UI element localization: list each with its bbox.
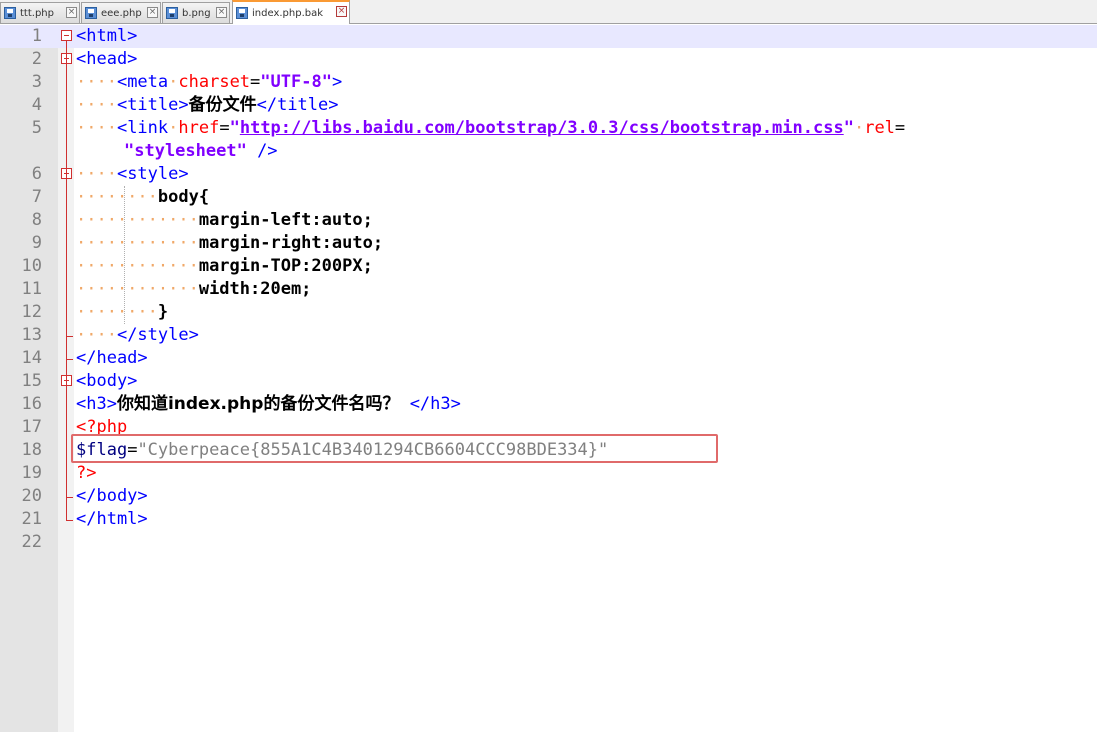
code-text: ············margin-left:auto; (76, 210, 373, 230)
code-text: ········body{ (76, 187, 210, 207)
line-number: 21 (21, 509, 42, 529)
code-line: 6 ····<style> (0, 163, 1097, 186)
code-text: ····<title>备份文件</title> (76, 95, 339, 115)
code-text: <html> (76, 26, 138, 46)
fold-end-marker (66, 336, 73, 337)
tab-label: index.php.bak (252, 7, 324, 19)
saved-file-icon (166, 7, 178, 19)
line-number: 1 (31, 26, 42, 46)
code-text: ····<meta·charset="UTF-8"> (76, 72, 343, 92)
code-text: </head> (76, 348, 148, 368)
code-text: </html> (76, 509, 148, 529)
tab-label: eee.php (101, 7, 142, 19)
saved-file-icon (4, 7, 16, 19)
line-number: 5 (31, 118, 42, 138)
code-text: ····<style> (76, 164, 189, 184)
line-number: 18 (21, 440, 42, 460)
line-number: 17 (21, 417, 42, 437)
code-line: 8 ············margin-left:auto; (0, 209, 1097, 232)
line-number: 22 (21, 532, 42, 552)
saved-file-icon (85, 7, 97, 19)
tab-index-php-bak[interactable]: index.php.bak × (232, 0, 350, 24)
code-line: 7 ········body{ (0, 186, 1097, 209)
code-line: 22 (0, 531, 1097, 554)
fold-collapse-icon[interactable] (61, 30, 72, 41)
code-text: ············margin-right:auto; (76, 233, 384, 253)
line-number: 20 (21, 486, 42, 506)
code-text: <head> (76, 49, 138, 69)
code-text: ········} (76, 302, 169, 322)
line-number: 3 (31, 72, 42, 92)
indent-guide (124, 186, 125, 324)
code-line-wrap: "stylesheet" /> (0, 140, 1097, 163)
code-line: 4 ····<title>备份文件</title> (0, 94, 1097, 117)
close-icon[interactable]: × (66, 7, 77, 18)
code-line: 20 </body> (0, 485, 1097, 508)
tab-b-png[interactable]: b.png × (162, 2, 230, 23)
code-line: 9 ············margin-right:auto; (0, 232, 1097, 255)
line-number: 7 (31, 187, 42, 207)
line-number: 9 (31, 233, 42, 253)
tab-label: ttt.php (20, 7, 54, 19)
line-number: 13 (21, 325, 42, 345)
flag-highlight-box (71, 434, 718, 463)
fold-end-marker (66, 520, 73, 521)
line-number: 10 (21, 256, 42, 276)
saved-file-icon (236, 7, 248, 19)
tab-ttt-php[interactable]: ttt.php × (0, 2, 80, 23)
code-text: ············width:20em; (76, 279, 312, 299)
code-text: </body> (76, 486, 148, 506)
line-number: 8 (31, 210, 42, 230)
code-line: 14 </head> (0, 347, 1097, 370)
code-line: 21 </html> (0, 508, 1097, 531)
code-text: <h3>你知道index.php的备份文件名吗？ </h3> (76, 394, 461, 414)
stylesheet-link[interactable]: http://libs.baidu.com/bootstrap/3.0.3/cs… (240, 118, 844, 138)
line-number: 14 (21, 348, 42, 368)
line-number: 2 (31, 49, 42, 69)
code-line: 12 ········} (0, 301, 1097, 324)
code-text: "stylesheet" /> (124, 141, 278, 161)
code-text: ····<link·href="http://libs.baidu.com/bo… (76, 118, 906, 138)
code-line: 3 ····<meta·charset="UTF-8"> (0, 71, 1097, 94)
line-number: 6 (31, 164, 42, 184)
close-icon[interactable]: × (336, 6, 347, 17)
line-number: 11 (21, 279, 42, 299)
tab-bar: ttt.php × eee.php × b.png × index.php.ba… (0, 0, 1097, 24)
code-line: 15 <body> (0, 370, 1097, 393)
line-number: 15 (21, 371, 42, 391)
code-line: 13 ····</style> (0, 324, 1097, 347)
code-text: ············margin-TOP:200PX; (76, 256, 373, 276)
close-icon[interactable]: × (216, 7, 227, 18)
line-number: 19 (21, 463, 42, 483)
line-number: 12 (21, 302, 42, 322)
line-number: 16 (21, 394, 42, 414)
close-icon[interactable]: × (147, 7, 158, 18)
code-line: 19 ?> (0, 462, 1097, 485)
fold-end-marker (66, 359, 73, 360)
line-number: 4 (31, 95, 42, 115)
tab-eee-php[interactable]: eee.php × (81, 2, 161, 23)
code-text: <body> (76, 371, 138, 391)
code-text: ?> (76, 463, 97, 483)
code-line: 5 ····<link·href="http://libs.baidu.com/… (0, 117, 1097, 140)
code-line: 1 <html> (0, 25, 1097, 48)
tab-label: b.png (182, 7, 211, 19)
code-line: 11 ············width:20em; (0, 278, 1097, 301)
code-line: 2 <head> (0, 48, 1097, 71)
code-text: ····</style> (76, 325, 199, 345)
fold-end-marker (66, 497, 73, 498)
fold-guide-html (66, 41, 67, 520)
code-line: 10 ············margin-TOP:200PX; (0, 255, 1097, 278)
code-line: 16 <h3>你知道index.php的备份文件名吗？ </h3> (0, 393, 1097, 416)
